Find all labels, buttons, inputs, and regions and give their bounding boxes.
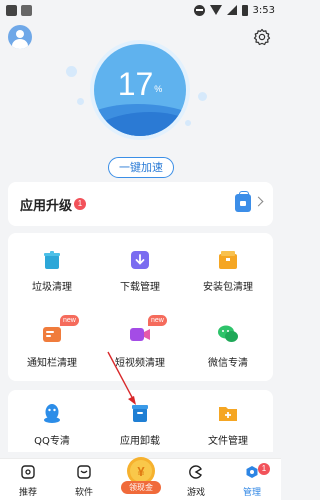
chevron-right-icon bbox=[253, 196, 264, 207]
uninstall-icon bbox=[132, 405, 148, 422]
tab-recommend[interactable]: 推荐 bbox=[0, 459, 56, 500]
package-clean-icon bbox=[219, 251, 237, 269]
tool-wechat-clean[interactable]: 微信专清 bbox=[184, 309, 272, 379]
upgrade-count-badge: 1 bbox=[74, 198, 86, 210]
decor-bubble bbox=[66, 66, 77, 77]
app-upgrade-row[interactable]: 应用升级 bbox=[8, 182, 273, 226]
tool-file-manage[interactable]: 文件管理 bbox=[184, 390, 272, 450]
trash-clean-icon bbox=[44, 251, 60, 269]
manage-icon bbox=[246, 466, 258, 478]
tool-trash-clean[interactable]: 垃圾清理 bbox=[8, 233, 96, 303]
qq-icon bbox=[44, 404, 60, 423]
notification-icon bbox=[6, 4, 17, 16]
tools-grid: 垃圾清理 下载管理 安装包清理 new 通知栏清理 new 短视频清理 微信专清 bbox=[8, 233, 273, 381]
folder-icon bbox=[219, 407, 237, 421]
notification-clean-icon bbox=[43, 327, 61, 342]
shopping-bag-icon bbox=[235, 191, 251, 212]
download-icon bbox=[131, 251, 149, 269]
decor-bubble bbox=[198, 92, 207, 101]
decor-bubble bbox=[77, 98, 84, 105]
svg-text:¥: ¥ bbox=[137, 464, 145, 479]
tool-package-clean[interactable]: 安装包清理 bbox=[184, 233, 272, 303]
video-clean-icon bbox=[130, 328, 150, 341]
tab-software[interactable]: 软件 bbox=[56, 459, 112, 500]
status-bar: 3:53 bbox=[0, 0, 281, 20]
cleanup-progress-circle[interactable]: 17% bbox=[94, 44, 186, 136]
cleanup-percent: 17% bbox=[117, 66, 163, 102]
app-notification-icon bbox=[21, 4, 32, 16]
manage-badge: 1 bbox=[258, 463, 270, 475]
signal-icon bbox=[226, 5, 237, 15]
dnd-icon bbox=[193, 4, 205, 16]
tool-download-manage[interactable]: 下载管理 bbox=[96, 233, 184, 303]
status-time: 3:53 bbox=[252, 4, 275, 16]
wifi-icon bbox=[209, 5, 222, 15]
battery-icon bbox=[241, 4, 248, 16]
tool-qq-clean[interactable]: QQ专清 bbox=[8, 390, 96, 450]
claim-cash-button[interactable]: 领现金 bbox=[121, 481, 161, 494]
hero-section: 17% 一键加速 bbox=[0, 20, 281, 178]
one-click-boost-button[interactable]: 一键加速 bbox=[108, 157, 174, 178]
tab-manage[interactable]: 1 管理 bbox=[224, 459, 280, 500]
wechat-icon bbox=[218, 325, 238, 342]
game-icon bbox=[189, 465, 202, 479]
tab-game[interactable]: 游戏 bbox=[168, 459, 224, 500]
tool-app-uninstall[interactable]: 应用卸载 bbox=[96, 390, 184, 450]
tools-grid-secondary: QQ专清 应用卸载 文件管理 bbox=[8, 390, 273, 452]
tool-video-clean[interactable]: new 短视频清理 bbox=[96, 309, 184, 379]
app-upgrade-title: 应用升级 bbox=[20, 199, 73, 214]
tool-notification-clean[interactable]: new 通知栏清理 bbox=[8, 309, 96, 379]
software-icon bbox=[77, 465, 91, 479]
recommend-icon bbox=[21, 465, 35, 479]
